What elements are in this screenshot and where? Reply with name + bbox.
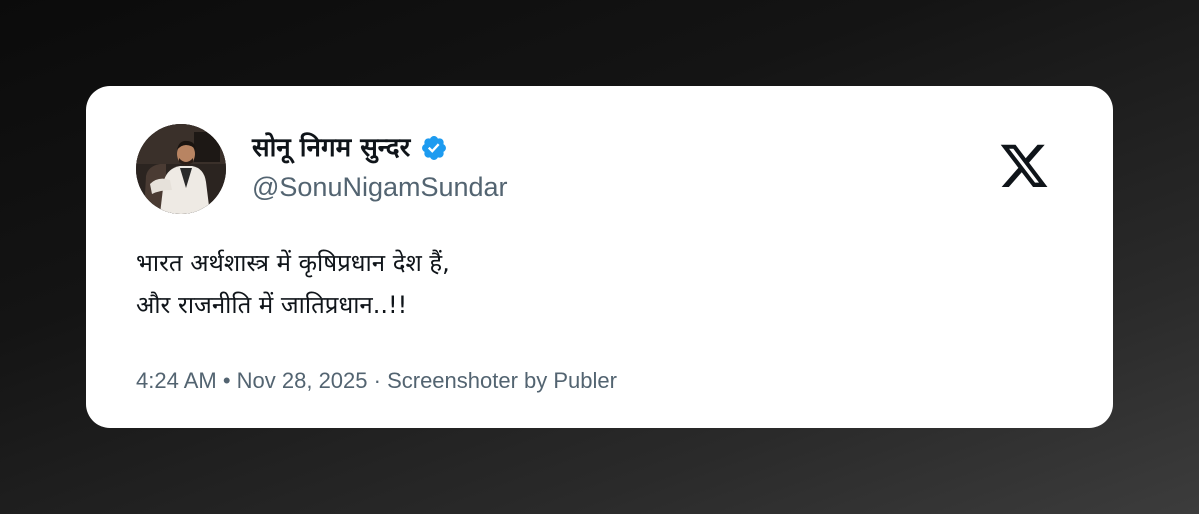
profile-photo <box>136 124 226 214</box>
tweet-text-line: भारत अर्थशास्त्र में कृषिप्रधान देश हैं, <box>136 249 450 277</box>
tweet-card: सोनू निगम सुन्दर @SonuNigamSundar भारत अ… <box>86 86 1113 428</box>
avatar[interactable] <box>136 124 226 214</box>
author-info: सोनू निगम सुन्दर @SonuNigamSundar <box>252 130 508 204</box>
x-logo-icon[interactable] <box>998 143 1050 193</box>
verified-badge-icon <box>420 134 448 162</box>
name-row: सोनू निगम सुन्दर <box>252 130 508 166</box>
handle[interactable]: @SonuNigamSundar <box>252 170 508 204</box>
display-name[interactable]: सोनू निगम सुन्दर <box>252 130 410 166</box>
tweet-timestamp: 4:24 AM • Nov 28, 2025 · Screenshoter by… <box>136 368 617 393</box>
tweet-text-line: और राजनीति में जातिप्रधान..!! <box>136 291 408 319</box>
tweet-text: भारत अर्थशास्त्र में कृषिप्रधान देश हैं,… <box>136 242 450 326</box>
